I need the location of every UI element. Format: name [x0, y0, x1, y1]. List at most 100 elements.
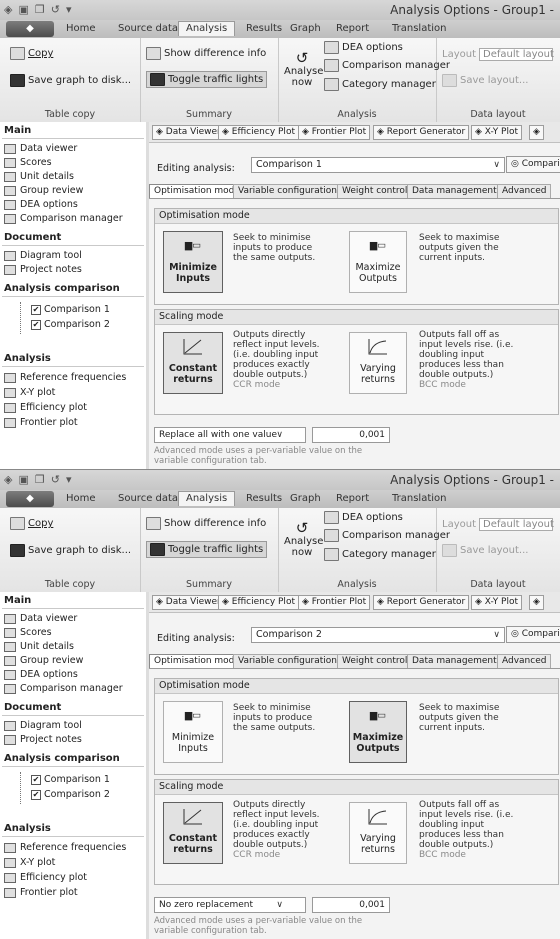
frontier-plot-tab[interactable]: ◈ Frontier Plot — [298, 125, 371, 140]
analyse-now-button[interactable]: ↺ Analyse now — [284, 520, 323, 558]
tab-home[interactable]: Home — [66, 493, 96, 504]
tab-data-management[interactable]: Data management — [407, 184, 502, 198]
sidebar-item-efficiency-plot[interactable]: Efficiency plot — [4, 872, 87, 883]
tab-graph[interactable]: Graph — [290, 23, 321, 34]
tab-results[interactable]: Results — [246, 493, 282, 504]
show-difference-button[interactable]: Show difference info — [146, 517, 266, 530]
copy-button[interactable]: Copy — [10, 47, 53, 60]
tab-home[interactable]: Home — [66, 23, 96, 34]
tab-results[interactable]: Results — [246, 23, 282, 34]
replacement-value-input[interactable]: 0,001 — [312, 427, 390, 443]
tab-advanced[interactable]: Advanced — [497, 184, 552, 198]
data-viewer-tab[interactable]: ◈ Data Viewer — [152, 125, 225, 140]
varying-returns-button[interactable]: Varying returns — [349, 332, 407, 394]
tab-graph[interactable]: Graph — [290, 493, 321, 504]
tab-analysis[interactable]: Analysis — [178, 21, 236, 36]
tab-analysis[interactable]: Analysis — [178, 491, 236, 506]
show-difference-button[interactable]: Show difference info — [146, 47, 266, 60]
comparison-item-1[interactable]: ✔ Comparison 1 — [31, 774, 110, 785]
comparison-manager-button[interactable]: Comparison manager — [324, 529, 450, 542]
undo-icon[interactable]: ↺ — [51, 3, 60, 16]
more-tab[interactable]: ◈ — [529, 595, 544, 610]
category-manager-button[interactable]: Category manager — [324, 78, 436, 91]
maximize-outputs-button[interactable]: ▆▭ Maximize Outputs — [349, 701, 407, 763]
copy-button[interactable]: Copy — [10, 517, 53, 530]
sidebar-item-xy-plot[interactable]: X-Y plot — [4, 857, 55, 868]
sidebar-item-comparison-manager[interactable]: Comparison manager — [4, 683, 123, 694]
xy-plot-tab[interactable]: ◈ X-Y Plot — [471, 595, 523, 610]
dea-options-button[interactable]: DEA options — [324, 511, 403, 524]
save-layout-button[interactable]: Save layout... — [442, 74, 528, 87]
sidebar-item-diagram-tool[interactable]: Diagram tool — [4, 250, 82, 261]
sidebar-item-scores[interactable]: Scores — [4, 627, 52, 638]
sidebar-item-diagram-tool[interactable]: Diagram tool — [4, 720, 82, 731]
tab-variable-configuration[interactable]: Variable configuration — [233, 654, 342, 668]
tab-weight-control[interactable]: Weight control — [337, 654, 413, 668]
zero-replacement-select[interactable]: No zero replacement ∨ — [154, 897, 306, 913]
comparison-manager-open-button[interactable]: ◎ Comparison m — [506, 156, 560, 173]
comparison-manager-button[interactable]: Comparison manager — [324, 59, 450, 72]
report-generator-tab[interactable]: ◈ Report Generator — [373, 125, 470, 140]
tab-weight-control[interactable]: Weight control — [337, 184, 413, 198]
sidebar-item-efficiency-plot[interactable]: Efficiency plot — [4, 402, 87, 413]
tab-report[interactable]: Report — [336, 493, 369, 504]
category-manager-button[interactable]: Category manager — [324, 548, 436, 561]
sidebar-item-scores[interactable]: Scores — [4, 157, 52, 168]
layout-selector[interactable]: Layout Default layout — [442, 518, 554, 531]
dea-options-button[interactable]: DEA options — [324, 41, 403, 54]
comparison-item-2[interactable]: ✔ Comparison 2 — [31, 789, 110, 800]
minimize-inputs-button[interactable]: ▆▭ Minimize Inputs — [163, 701, 223, 763]
zero-replacement-select[interactable]: Replace all with one value ∨ — [154, 427, 306, 443]
copy-icon[interactable]: ❐ — [35, 3, 45, 16]
sidebar-item-group-review[interactable]: Group review — [4, 655, 83, 666]
sidebar-item-project-notes[interactable]: Project notes — [4, 264, 82, 275]
editing-analysis-select[interactable]: Comparison 1 ∨ — [251, 157, 505, 173]
analyse-now-button[interactable]: ↺ Analyse now — [284, 50, 323, 88]
sidebar-item-xy-plot[interactable]: X-Y plot — [4, 387, 55, 398]
editing-analysis-select[interactable]: Comparison 2 ∨ — [251, 627, 505, 643]
sidebar-item-reference-frequencies[interactable]: Reference frequencies — [4, 842, 126, 853]
comparison-item-2[interactable]: ✔ Comparison 2 — [31, 319, 110, 330]
tab-translation[interactable]: Translation — [392, 23, 447, 34]
sidebar-item-reference-frequencies[interactable]: Reference frequencies — [4, 372, 126, 383]
save-icon[interactable]: ▣ — [18, 3, 28, 16]
toggle-traffic-lights-button[interactable]: Toggle traffic lights — [146, 541, 268, 558]
checkbox-icon[interactable]: ✔ — [31, 789, 41, 800]
tab-variable-configuration[interactable]: Variable configuration — [233, 184, 342, 198]
sidebar-item-comparison-manager[interactable]: Comparison manager — [4, 213, 123, 224]
minimize-inputs-button[interactable]: ▆▭ Minimize Inputs — [163, 231, 223, 293]
save-layout-button[interactable]: Save layout... — [442, 544, 528, 557]
undo-icon[interactable]: ↺ — [51, 473, 60, 486]
tab-data-management[interactable]: Data management — [407, 654, 502, 668]
varying-returns-button[interactable]: Varying returns — [349, 802, 407, 864]
app-menu-button[interactable]: ◆ — [6, 21, 54, 37]
copy-icon[interactable]: ❐ — [35, 473, 45, 486]
layout-selector[interactable]: Layout Default layout — [442, 48, 554, 61]
efficiency-plot-tab[interactable]: ◈ Efficiency Plot — [218, 125, 299, 140]
tab-source-data[interactable]: Source data — [118, 23, 178, 34]
tab-translation[interactable]: Translation — [392, 493, 447, 504]
constant-returns-button[interactable]: Constant returns — [163, 802, 223, 864]
tab-source-data[interactable]: Source data — [118, 493, 178, 504]
comparison-item-1[interactable]: ✔ Comparison 1 — [31, 304, 110, 315]
checkbox-icon[interactable]: ✔ — [31, 774, 41, 785]
sidebar-item-dea-options[interactable]: DEA options — [4, 199, 78, 210]
checkbox-icon[interactable]: ✔ — [31, 319, 41, 330]
sidebar-item-dea-options[interactable]: DEA options — [4, 669, 78, 680]
customize-qat-icon[interactable]: ▾ — [66, 473, 72, 486]
comparison-manager-open-button[interactable]: ◎ Comparison m — [506, 626, 560, 643]
sidebar-item-frontier-plot[interactable]: Frontier plot — [4, 887, 78, 898]
tab-report[interactable]: Report — [336, 23, 369, 34]
xy-plot-tab[interactable]: ◈ X-Y Plot — [471, 125, 523, 140]
sidebar-item-frontier-plot[interactable]: Frontier plot — [4, 417, 78, 428]
tab-advanced[interactable]: Advanced — [497, 654, 552, 668]
save-graph-button[interactable]: Save graph to disk... — [10, 544, 131, 557]
layout-dropdown[interactable]: Default layout — [479, 48, 554, 61]
replacement-value-input[interactable]: 0,001 — [312, 897, 390, 913]
more-tab[interactable]: ◈ — [529, 125, 544, 140]
layout-dropdown[interactable]: Default layout — [479, 518, 554, 531]
save-graph-button[interactable]: Save graph to disk... — [10, 74, 131, 87]
sidebar-item-unit-details[interactable]: Unit details — [4, 641, 74, 652]
sidebar-item-unit-details[interactable]: Unit details — [4, 171, 74, 182]
constant-returns-button[interactable]: Constant returns — [163, 332, 223, 394]
